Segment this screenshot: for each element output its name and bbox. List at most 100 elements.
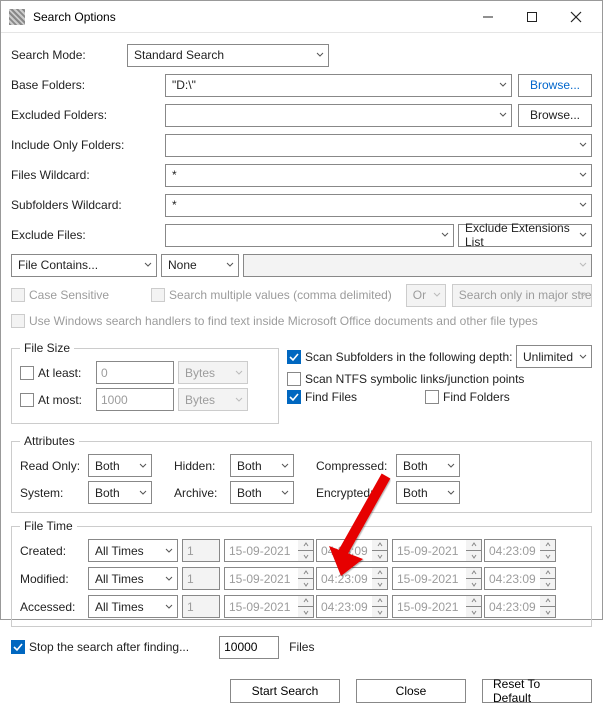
created-mode-select[interactable]: All Times (88, 539, 178, 562)
chevron-down-icon (235, 393, 243, 407)
files-wildcard-input[interactable]: * (165, 164, 592, 187)
win-handlers-checkbox[interactable] (11, 314, 25, 328)
multi-values-checkbox[interactable] (151, 288, 165, 302)
accessed-date2-input[interactable] (392, 595, 466, 618)
chevron-down-icon (579, 198, 587, 212)
chevron-down-icon (447, 459, 455, 473)
scan-subfolders-checkbox[interactable] (287, 350, 301, 364)
exclude-extensions-select[interactable]: Exclude Extensions List (458, 224, 592, 247)
at-most-checkbox[interactable] (20, 393, 34, 407)
subfolders-wildcard-input[interactable]: * (165, 194, 592, 217)
chevron-down-icon (139, 459, 147, 473)
spinner-icon[interactable] (298, 539, 314, 562)
created-num-input[interactable] (182, 539, 220, 562)
exclude-extensions-value: Exclude Extensions List (465, 221, 573, 249)
major-streams-select[interactable]: Search only in major strea (452, 284, 592, 307)
label-created: Created: (20, 544, 88, 558)
file-contains-mode-select[interactable]: None (161, 254, 239, 277)
label-modified: Modified: (20, 572, 88, 586)
close-dialog-button[interactable]: Close (356, 679, 466, 703)
excluded-folders-input[interactable] (165, 104, 512, 127)
browse-base-button[interactable]: Browse... (518, 74, 592, 97)
label-files: Files (289, 640, 314, 654)
label-search-mode: Search Mode: (11, 48, 127, 62)
include-only-input[interactable] (165, 134, 592, 157)
modified-mode-select[interactable]: All Times (88, 567, 178, 590)
spinner-icon[interactable] (540, 539, 556, 562)
accessed-date1-input[interactable] (224, 595, 298, 618)
spinner-icon[interactable] (372, 539, 388, 562)
spinner-icon[interactable] (540, 595, 556, 618)
spinner-icon[interactable] (372, 595, 388, 618)
accessed-time2-input[interactable] (484, 595, 540, 618)
modified-date1-input[interactable] (224, 567, 298, 590)
maximize-button[interactable] (510, 3, 554, 31)
accessed-num-input[interactable] (182, 595, 220, 618)
exclude-files-input[interactable] (165, 224, 454, 247)
modified-time2-input[interactable] (484, 567, 540, 590)
chevron-down-icon (579, 168, 587, 182)
at-most-input[interactable] (96, 388, 174, 411)
scan-ntfs-checkbox[interactable] (287, 372, 301, 386)
chevron-down-icon (316, 48, 324, 62)
depth-select[interactable]: Unlimited (516, 345, 592, 368)
system-select[interactable]: Both (88, 481, 152, 504)
accessed-mode-select[interactable]: All Times (88, 595, 178, 618)
label-encrypted: Encrypted: (316, 486, 396, 500)
at-least-input[interactable] (96, 361, 174, 384)
at-least-checkbox[interactable] (20, 366, 34, 380)
spinner-icon[interactable] (372, 567, 388, 590)
reset-default-button[interactable]: Reset To Default (482, 679, 592, 703)
archive-select[interactable]: Both (230, 481, 294, 504)
spinner-icon[interactable] (298, 595, 314, 618)
label-exclude-files: Exclude Files: (11, 228, 165, 242)
or-select[interactable]: Or (406, 284, 446, 307)
created-date2-input[interactable] (392, 539, 466, 562)
created-date1-input[interactable] (224, 539, 298, 562)
find-files-checkbox[interactable] (287, 390, 301, 404)
chevron-down-icon (226, 258, 234, 272)
find-folders-checkbox[interactable] (425, 390, 439, 404)
file-contains-text-input[interactable] (243, 254, 592, 277)
case-sensitive-checkbox[interactable] (11, 288, 25, 302)
base-folders-value: "D:\" (172, 78, 196, 92)
label-files-wildcard: Files Wildcard: (11, 168, 165, 182)
at-least-unit-select[interactable]: Bytes (178, 361, 248, 384)
spinner-icon[interactable] (466, 567, 482, 590)
spinner-icon[interactable] (298, 567, 314, 590)
modified-num-input[interactable] (182, 567, 220, 590)
close-button[interactable] (554, 3, 598, 31)
at-most-unit-select[interactable]: Bytes (178, 388, 248, 411)
label-find-files: Find Files (305, 390, 425, 404)
spinner-icon[interactable] (466, 595, 482, 618)
readonly-select[interactable]: Both (88, 454, 152, 477)
stop-after-checkbox[interactable] (11, 640, 25, 654)
base-folders-input[interactable]: "D:\" (165, 74, 512, 97)
chevron-down-icon (579, 138, 587, 152)
stop-after-input[interactable] (219, 636, 279, 659)
compressed-select[interactable]: Both (396, 454, 460, 477)
hidden-select[interactable]: Both (230, 454, 294, 477)
attrs-legend: Attributes (20, 434, 79, 448)
chevron-down-icon (165, 600, 173, 614)
accessed-time1-input[interactable] (316, 595, 372, 618)
search-mode-select[interactable]: Standard Search (127, 44, 329, 67)
encrypted-select[interactable]: Both (396, 481, 460, 504)
start-search-button[interactable]: Start Search (230, 679, 340, 703)
created-time1-input[interactable] (316, 539, 372, 562)
label-stop-after: Stop the search after finding... (29, 640, 189, 654)
file-contains-select[interactable]: File Contains... (11, 254, 157, 277)
spinner-icon[interactable] (540, 567, 556, 590)
chevron-down-icon (441, 228, 449, 242)
chevron-down-icon (499, 108, 507, 122)
created-time2-input[interactable] (484, 539, 540, 562)
modified-date2-input[interactable] (392, 567, 466, 590)
label-readonly: Read Only: (20, 459, 88, 473)
browse-excluded-button[interactable]: Browse... (518, 104, 592, 127)
label-hidden: Hidden: (174, 459, 230, 473)
modified-time1-input[interactable] (316, 567, 372, 590)
label-scan-ntfs: Scan NTFS symbolic links/junction points (305, 372, 524, 386)
spinner-icon[interactable] (466, 539, 482, 562)
minimize-button[interactable] (466, 3, 510, 31)
file-contains-value: File Contains... (18, 258, 98, 272)
